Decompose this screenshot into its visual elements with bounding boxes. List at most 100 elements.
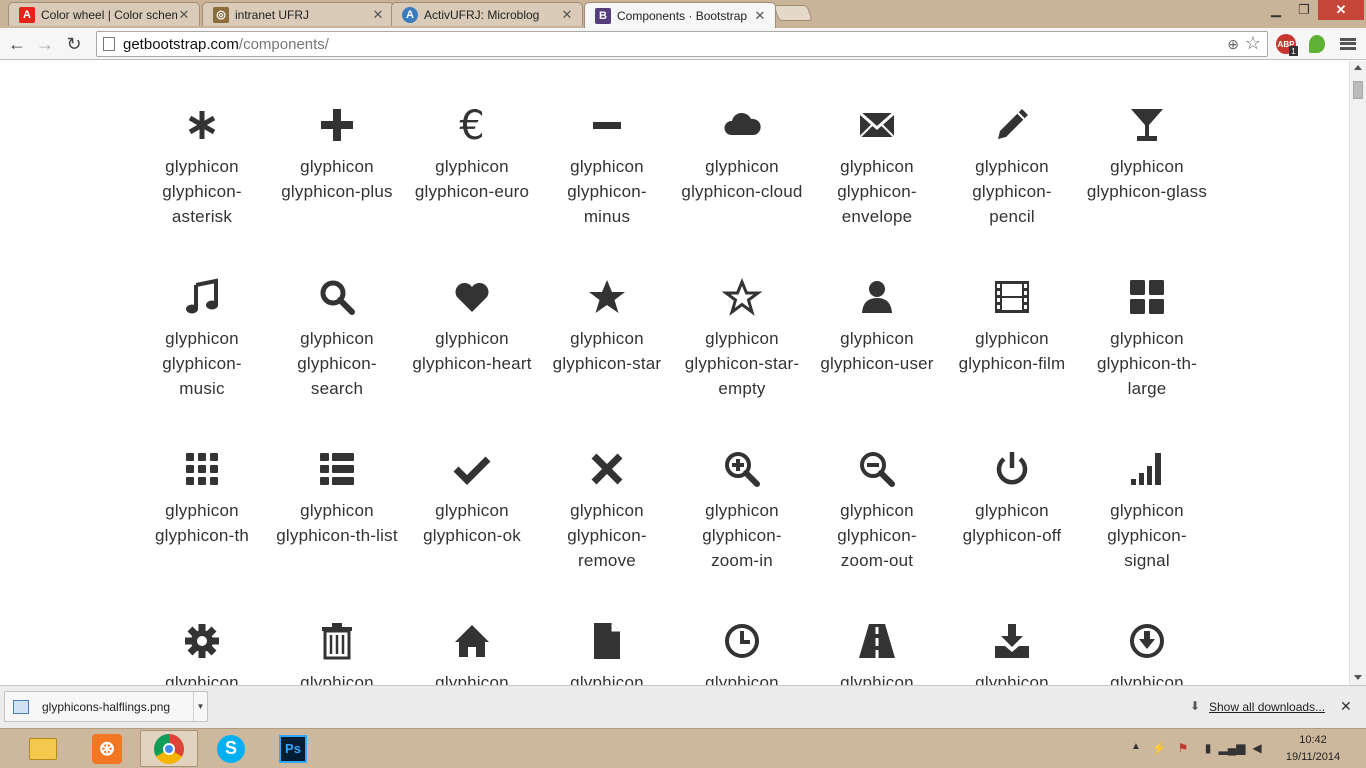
glyphicon-label: glyphicon glyphicon-glass: [1086, 157, 1208, 201]
back-arrow-icon[interactable]: ←: [5, 32, 29, 56]
star-icon: [589, 280, 625, 313]
glyphicon-euro: € glyphicon glyphicon-euro: [410, 105, 534, 204]
evernote-icon[interactable]: [1309, 35, 1325, 53]
show-all-downloads-link[interactable]: Show all downloads...: [1209, 700, 1325, 714]
taskbar-skype[interactable]: S: [202, 730, 260, 767]
user-icon: [862, 281, 892, 313]
download-shelf: glyphicons-halflings.png ▼ ⬇ Show all do…: [0, 685, 1366, 728]
scroll-down-arrow-icon[interactable]: [1354, 675, 1362, 680]
glyphicon-pencil: glyphicon glyphicon-pencil: [950, 105, 1074, 229]
zoom-icon[interactable]: ⊕: [1227, 36, 1239, 53]
extension-badge: 1: [1289, 46, 1298, 56]
off-icon: [996, 452, 1028, 485]
glyphicon-plus: glyphicon glyphicon-plus: [275, 105, 399, 204]
tray-network-icon[interactable]: ▂▄▆: [1219, 741, 1246, 755]
taskbar-chrome[interactable]: [140, 730, 198, 767]
glyphicon-signal: glyphicon glyphicon-signal: [1085, 449, 1209, 573]
glyphicon-film: glyphicon glyphicon-film: [950, 277, 1074, 376]
glyphicon-music: glyphicon glyphicon-music: [140, 277, 264, 401]
forward-arrow-icon[interactable]: →: [33, 32, 57, 56]
tab-color-wheel[interactable]: A Color wheel | Color schem ✕: [8, 2, 200, 26]
glyphicon-label: glyphicon: [300, 673, 374, 685]
clock-time[interactable]: 10:42: [1283, 734, 1343, 746]
address-bar[interactable]: getbootstrap.com/components/ ⊕ ☆: [96, 31, 1268, 57]
tab-activufrj[interactable]: A ActivUFRJ: Microblog ✕: [391, 2, 583, 26]
tray-xampp-icon[interactable]: ⚡: [1152, 741, 1167, 755]
download-alt-icon: [995, 624, 1029, 658]
glyphicon-cog: glyphicon: [140, 621, 264, 685]
tab-bootstrap-components[interactable]: B Components · Bootstrap ✕: [584, 2, 776, 28]
xampp-icon: ⊛: [92, 733, 122, 764]
home-icon: [455, 625, 489, 657]
glyphicon-label: glyphicon glyphicon-signal: [1107, 501, 1187, 570]
remove-icon: [591, 453, 623, 485]
taskbar-photoshop[interactable]: Ps: [264, 730, 322, 767]
glyphicon-label: glyphicon: [165, 673, 239, 685]
tab-close-icon[interactable]: ✕: [560, 7, 574, 23]
glyphicon-label: glyphicon glyphicon-zoom-in: [702, 501, 782, 570]
window-close-icon[interactable]: ✕: [1318, 0, 1364, 20]
plus-icon: [321, 109, 353, 141]
maximize-icon[interactable]: ❐: [1290, 0, 1318, 20]
glyphicon-label: glyphicon: [570, 673, 644, 685]
windows-taskbar: ⊛ S Ps ▲ ⚡ ⚑ ▮ ▂▄▆ ◀ 10:42 19/11/2014: [0, 728, 1366, 768]
glass-icon: [1131, 109, 1163, 141]
glyphicon-label: glyphicon: [975, 673, 1049, 685]
pencil-icon: [998, 109, 1028, 139]
glyphicon-zoom-in: glyphicon glyphicon-zoom-in: [680, 449, 804, 573]
tray-volume-icon[interactable]: ◀: [1250, 741, 1264, 755]
tab-title: Components · Bootstrap: [617, 8, 748, 23]
signal-icon: [1131, 453, 1161, 485]
glyphicon-remove: glyphicon glyphicon-remove: [545, 449, 669, 573]
glyphicon-th-list: glyphicon glyphicon-th-list: [275, 449, 399, 548]
new-tab-button[interactable]: [773, 5, 813, 21]
glyphicon-label: glyphicon glyphicon-off: [962, 501, 1062, 545]
taskbar-xampp[interactable]: ⊛: [78, 730, 136, 767]
reload-icon[interactable]: ↻: [62, 32, 86, 56]
scroll-thumb[interactable]: [1353, 81, 1363, 99]
glyphicon-label: glyphicon glyphicon-ok: [423, 501, 521, 545]
page-icon: [103, 37, 115, 51]
chrome-menu-icon[interactable]: [1338, 34, 1358, 54]
taskbar-explorer[interactable]: [14, 730, 72, 767]
tray-battery-icon[interactable]: ▮: [1201, 741, 1215, 755]
explorer-icon: [29, 737, 57, 760]
glyphicon-label: glyphicon glyphicon-zoom-out: [837, 501, 917, 570]
euro-icon: €: [459, 105, 484, 145]
scroll-up-arrow-icon[interactable]: [1354, 65, 1362, 70]
glyphicon-zoom-out: glyphicon glyphicon-zoom-out: [815, 449, 939, 573]
glyphicon-search: glyphicon glyphicon-search: [275, 277, 399, 401]
url-path: /components/: [238, 35, 329, 53]
ok-icon: [453, 456, 491, 485]
asterisk-icon: [188, 111, 216, 139]
tab-intranet-ufrj[interactable]: ◎ intranet UFRJ ✕: [202, 2, 394, 26]
tray-expand-icon[interactable]: ▲: [1131, 741, 1141, 752]
vertical-scrollbar[interactable]: [1349, 61, 1366, 685]
tab-close-icon[interactable]: ✕: [753, 8, 767, 24]
close-shelf-icon[interactable]: ✕: [1340, 698, 1352, 715]
url-host: getbootstrap.com: [123, 35, 239, 53]
file-icon: [594, 623, 620, 659]
bootstrap-icon: B: [595, 7, 611, 24]
glyphicon-star-empty: glyphicon glyphicon-star-empty: [680, 277, 804, 401]
bookmark-star-icon[interactable]: ☆: [1245, 33, 1261, 54]
trash-icon: [322, 623, 352, 660]
activufrj-icon: A: [402, 6, 418, 23]
download-menu-chevron-icon[interactable]: ▼: [193, 692, 207, 721]
minimize-icon[interactable]: ▁: [1262, 0, 1290, 20]
image-file-icon: [13, 699, 29, 714]
glyphicon-download: glyphicon: [1085, 621, 1209, 685]
time-icon: [725, 624, 759, 658]
clock-date[interactable]: 19/11/2014: [1283, 751, 1343, 763]
tab-close-icon[interactable]: ✕: [371, 7, 385, 23]
glyphicon-label: glyphicon glyphicon-cloud: [681, 157, 803, 201]
cloud-icon: [724, 112, 761, 135]
glyphicon-th-large: glyphicon glyphicon-th-large: [1085, 277, 1209, 401]
page-content: glyphicon glyphicon-asterisk glyphicon gl…: [0, 61, 1349, 685]
glyphicon-trash: glyphicon: [275, 621, 399, 685]
adobe-icon: A: [19, 6, 35, 23]
download-item[interactable]: glyphicons-halflings.png ▼: [4, 691, 208, 722]
tray-action-center-icon[interactable]: ⚑: [1176, 741, 1190, 755]
glyphicon-envelope: glyphicon glyphicon-envelope: [815, 105, 939, 229]
tab-close-icon[interactable]: ✕: [177, 7, 191, 23]
